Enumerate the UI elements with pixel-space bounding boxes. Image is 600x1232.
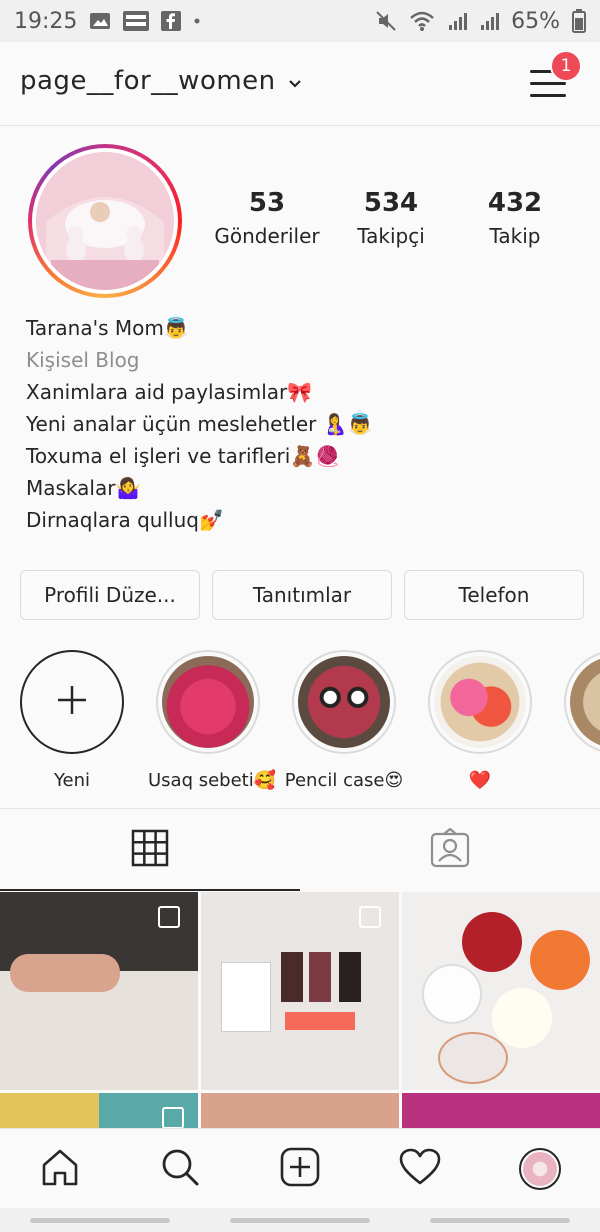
tab-grid[interactable] xyxy=(0,809,300,891)
plus-icon xyxy=(55,683,89,721)
gesture-hint[interactable] xyxy=(230,1217,370,1223)
highlight-new[interactable]: Yeni xyxy=(12,650,132,791)
profile-header: page__for__women 1 xyxy=(0,42,600,126)
nav-new-post[interactable] xyxy=(270,1139,330,1199)
momlife-icon xyxy=(123,11,150,31)
bio-line: Toxuma el işleri ve tarifleri🧸🧶 xyxy=(26,444,341,468)
add-post-icon xyxy=(280,1147,320,1191)
battery-percent: 65% xyxy=(511,8,560,34)
bio-line: Xanimlara aid paylasimlar🎀 xyxy=(26,380,313,404)
tagged-icon xyxy=(430,827,470,872)
highlight-hearts[interactable]: ❤️ xyxy=(420,650,540,791)
signal-icon xyxy=(479,11,500,31)
post-thumbnail[interactable] xyxy=(402,1093,600,1132)
nav-search[interactable] xyxy=(150,1139,210,1199)
signal-icon xyxy=(447,11,468,31)
profile-stats: 53 Gönderiler 534 Takipçi 432 Takip xyxy=(205,188,577,248)
grid-icon xyxy=(131,829,169,871)
promotions-button[interactable]: Tanıtımlar xyxy=(212,570,392,620)
chevron-down-icon xyxy=(288,66,302,96)
stat-posts[interactable]: 53 Gönderiler xyxy=(205,188,329,248)
gesture-hint[interactable] xyxy=(430,1217,570,1223)
gesture-hint[interactable] xyxy=(30,1217,170,1223)
highlight-cover xyxy=(298,656,390,748)
phone-button[interactable]: Telefon xyxy=(404,570,584,620)
highlight-pencil-case[interactable]: Pencil case😍 xyxy=(284,650,404,791)
facebook-icon xyxy=(161,11,182,31)
nav-activity[interactable] xyxy=(390,1139,450,1199)
heart-icon xyxy=(399,1148,441,1190)
notification-badge: 1 xyxy=(550,50,582,82)
profile-avatar-story-ring[interactable] xyxy=(28,144,182,298)
wifi-icon xyxy=(409,10,435,32)
post-thumbnail[interactable] xyxy=(0,892,198,1090)
stat-followers[interactable]: 534 Takipçi xyxy=(329,188,453,248)
image-icon xyxy=(89,11,111,31)
carousel-icon xyxy=(359,906,381,928)
bio-name: Tarana's Mom👼 xyxy=(26,316,189,340)
post-thumbnail[interactable] xyxy=(201,892,399,1090)
profile-avatar xyxy=(519,1147,561,1190)
edit-profile-button[interactable]: Profili Düze... xyxy=(20,570,200,620)
status-bar: 19:25 65% xyxy=(0,0,600,42)
system-navigation-bar xyxy=(0,1208,600,1232)
highlight-cover xyxy=(162,656,254,748)
post-grid xyxy=(0,892,600,1132)
profile-actions: Profili Düze... Tanıtımlar Telefon xyxy=(20,570,584,620)
dot-icon xyxy=(193,17,201,25)
battery-icon xyxy=(572,9,586,33)
search-icon xyxy=(160,1147,200,1191)
highlight-cover xyxy=(570,656,600,748)
home-icon xyxy=(40,1147,80,1191)
bio-category: Kişisel Blog xyxy=(26,348,140,372)
highlight-partial[interactable] xyxy=(556,650,600,770)
post-thumbnail[interactable] xyxy=(402,892,600,1090)
tab-tagged[interactable] xyxy=(300,809,600,891)
highlight-usaq-sebeti[interactable]: Usaq sebeti🥰 xyxy=(148,650,276,791)
profile-avatar xyxy=(36,152,174,290)
bio-line: Maskalar🤷‍♀️ xyxy=(26,476,141,500)
bio-line: Yeni analar üçün meslehetler 🤱👼 xyxy=(26,412,373,436)
bio-line: Dirnaqlara qulluq💅 xyxy=(26,508,224,532)
nav-profile[interactable] xyxy=(510,1139,570,1199)
mute-icon xyxy=(375,10,397,32)
carousel-icon xyxy=(162,1107,184,1129)
profile-bio: Tarana's Mom👼 Kişisel Blog Xanimlara aid… xyxy=(26,312,586,536)
story-highlights: Yeni Usaq sebeti🥰 Pencil case😍 ❤️ xyxy=(0,650,600,800)
username: page__for__women xyxy=(20,66,276,96)
post-thumbnail[interactable] xyxy=(0,1093,198,1132)
nav-home[interactable] xyxy=(30,1139,90,1199)
profile-tabs xyxy=(0,808,600,891)
bottom-navigation xyxy=(0,1128,600,1208)
account-switcher[interactable]: page__for__women xyxy=(20,66,302,96)
status-time: 19:25 xyxy=(14,8,78,34)
carousel-icon xyxy=(158,906,180,928)
stat-following[interactable]: 432 Takip xyxy=(453,188,577,248)
highlight-cover xyxy=(434,656,526,748)
post-thumbnail[interactable] xyxy=(201,1093,399,1132)
